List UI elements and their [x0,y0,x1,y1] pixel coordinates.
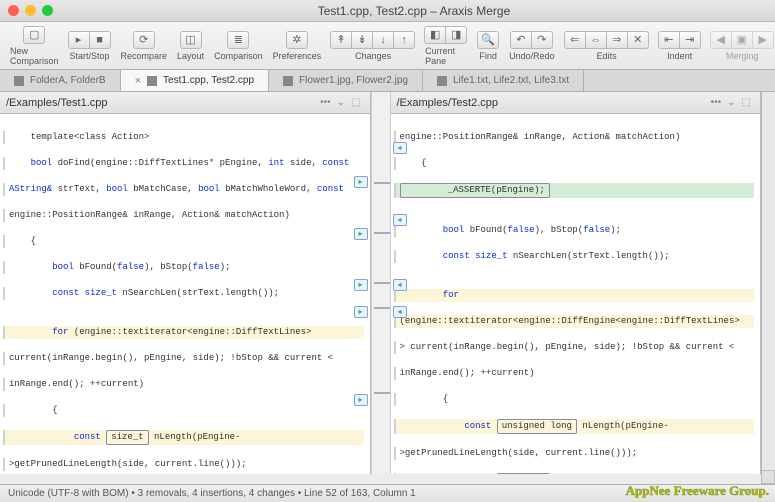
merge-left-arrow[interactable]: ◂ [393,142,407,154]
recompare-button[interactable]: ⟳Recompare [117,29,172,63]
tab-flowers[interactable]: Flower1.jpg, Flower2.jpg [269,70,423,91]
undo-redo-button[interactable]: ↶↷Undo/Redo [505,29,559,63]
merge-right-arrow[interactable]: ▸ [354,228,368,240]
window-title: Test1.cpp, Test2.cpp – Araxis Merge [53,4,775,18]
left-pane-header: /Examples/Test1.cpp ••• ⌄ ⬚ [0,92,370,114]
current-pane-button[interactable]: ◧◨Current Pane [421,24,471,68]
right-menu-icon[interactable]: ••• [711,97,722,108]
layout-button[interactable]: ◫Layout [173,29,208,63]
merging-button[interactable]: ◀▣▶Merging [707,29,775,63]
merge-left-arrow[interactable]: ◂ [393,214,407,226]
left-dropdown-icon[interactable]: ⌄ [337,97,345,108]
doc-icon [147,76,157,86]
left-menu-icon[interactable]: ••• [320,97,331,108]
left-path: /Examples/Test1.cpp [6,97,317,109]
minimize-button[interactable] [25,5,36,16]
edits-button[interactable]: ⇐⇔⇒✕Edits [561,29,653,63]
find-button[interactable]: 🔍Find [473,29,503,63]
toolbar: ▢New Comparison ▸■Start/Stop ⟳Recompare … [0,22,775,70]
zoom-button[interactable] [42,5,53,16]
folder-icon [14,76,24,86]
right-pane-header: /Examples/Test2.cpp ••• ⌄ ⬚ [391,92,761,114]
merge-right-arrow[interactable]: ▸ [354,176,368,188]
merge-right-arrow[interactable]: ▸ [354,306,368,318]
left-pane: /Examples/Test1.cpp ••• ⌄ ⬚ template<cla… [0,92,371,474]
tab-folders[interactable]: FolderA, FolderB [0,70,121,91]
left-code[interactable]: template<class Action> bool doFind(engin… [0,114,370,474]
indent-button[interactable]: ⇤⇥Indent [655,29,705,63]
close-tab-icon[interactable]: × [135,75,141,87]
main-area: /Examples/Test1.cpp ••• ⌄ ⬚ template<cla… [0,92,775,474]
close-button[interactable] [8,5,19,16]
right-save-icon[interactable]: ⬚ [742,97,751,108]
left-save-icon[interactable]: ⬚ [351,97,360,108]
image-icon [283,76,293,86]
right-code[interactable]: engine::PositionRange& inRange, Action& … [391,114,761,474]
tab-tests[interactable]: ×Test1.cpp, Test2.cpp [121,70,269,91]
right-dropdown-icon[interactable]: ⌄ [727,97,735,108]
start-stop-button[interactable]: ▸■Start/Stop [65,29,115,63]
merge-left-arrow[interactable]: ◂ [393,279,407,291]
merge-right-arrow[interactable]: ▸ [354,394,368,406]
preferences-button[interactable]: ✲Preferences [269,29,326,63]
new-comparison-button[interactable]: ▢New Comparison [6,24,63,68]
overview-scrollbar[interactable] [761,92,775,474]
link-gutter [371,92,391,474]
merge-right-arrow[interactable]: ▸ [354,279,368,291]
status-text: Unicode (UTF-8 with BOM) • 3 removals, 4… [8,488,416,499]
doc-icon [437,76,447,86]
tab-life[interactable]: Life1.txt, Life2.txt, Life3.txt [423,70,584,91]
merge-left-arrow[interactable]: ◂ [393,306,407,318]
watermark: AppNee Freeware Group. [626,483,769,499]
resize-corner[interactable] [761,470,775,484]
tab-bar: FolderA, FolderB ×Test1.cpp, Test2.cpp F… [0,70,775,92]
right-pane: /Examples/Test2.cpp ••• ⌄ ⬚ engine::Posi… [391,92,762,474]
changes-button[interactable]: ↟↡↓↑Changes [327,29,419,63]
comparison-button[interactable]: ≣Comparison [210,29,267,63]
right-path: /Examples/Test2.cpp [397,97,708,109]
titlebar: Test1.cpp, Test2.cpp – Araxis Merge [0,0,775,22]
